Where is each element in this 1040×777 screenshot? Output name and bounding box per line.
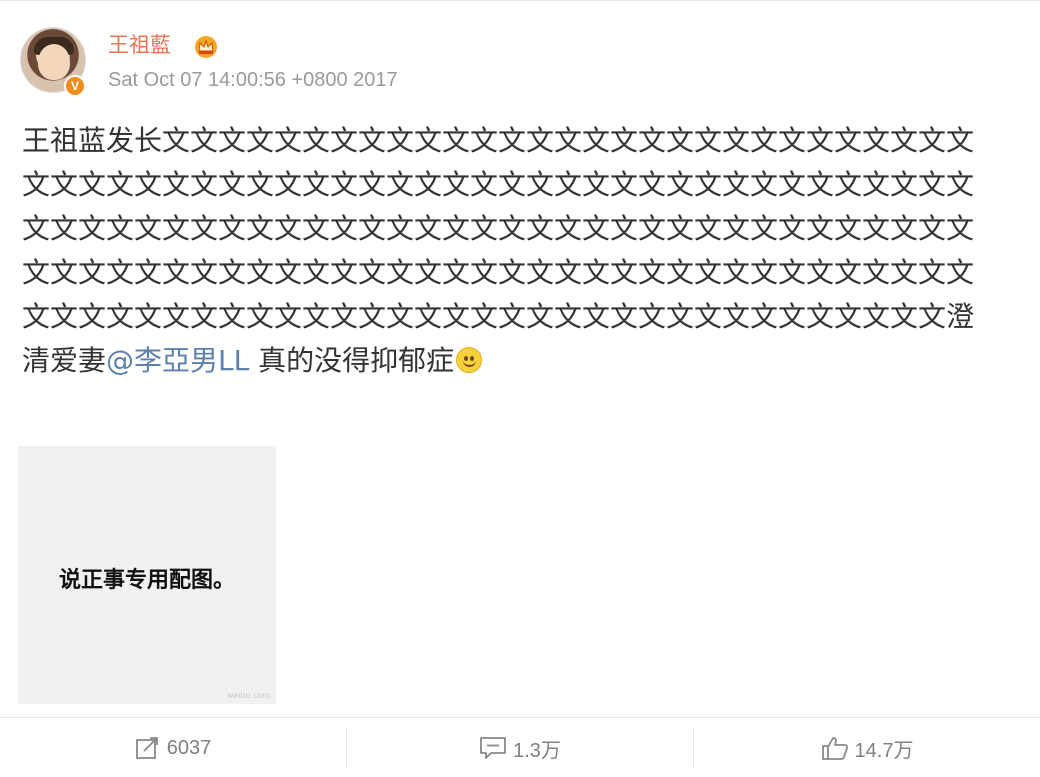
vip-crown-icon[interactable] xyxy=(194,35,218,59)
action-bar: 6037 1.3万 14.7万 xyxy=(0,717,1040,777)
comment-count: 1.3万 xyxy=(513,739,561,762)
mention-link[interactable]: @李亞男LL xyxy=(106,344,249,377)
avatar-face xyxy=(38,44,70,80)
image-watermark: weibo.com xyxy=(226,691,270,700)
like-button[interactable]: 14.7万 xyxy=(694,718,1040,777)
repost-button[interactable]: 6037 xyxy=(0,718,346,777)
comment-button[interactable]: 1.3万 xyxy=(347,718,693,777)
weibo-post-card: V 王祖藍 Sat Oct 07 14:00:56 +0800 2017 王祖蓝… xyxy=(0,0,1040,777)
repost-icon xyxy=(135,737,158,759)
thumbs-up-icon xyxy=(821,737,848,760)
comment-icon xyxy=(480,737,506,759)
like-count: 14.7万 xyxy=(854,739,914,762)
verified-icon: V xyxy=(64,75,86,97)
image-caption: 说正事专用配图。 xyxy=(58,568,235,593)
repost-count: 6037 xyxy=(166,736,212,759)
post-timestamp[interactable]: Sat Oct 07 14:00:56 +0800 2017 xyxy=(108,67,398,93)
post-text-tail: 真的没得抑郁症 xyxy=(249,344,455,377)
post-text: 王祖蓝发长文文文文文文文文文文文文文文文文文文文文文文文文文文文文文文文文文文文… xyxy=(22,119,997,383)
post-text-body: 王祖蓝发长文文文文文文文文文文文文文文文文文文文文文文文文文文文文文文文文文文文… xyxy=(22,124,975,377)
post-image[interactable]: 说正事专用配图。 weibo.com xyxy=(18,446,276,704)
smiley-emoji-icon xyxy=(456,347,483,373)
author-name[interactable]: 王祖藍 xyxy=(108,31,171,59)
